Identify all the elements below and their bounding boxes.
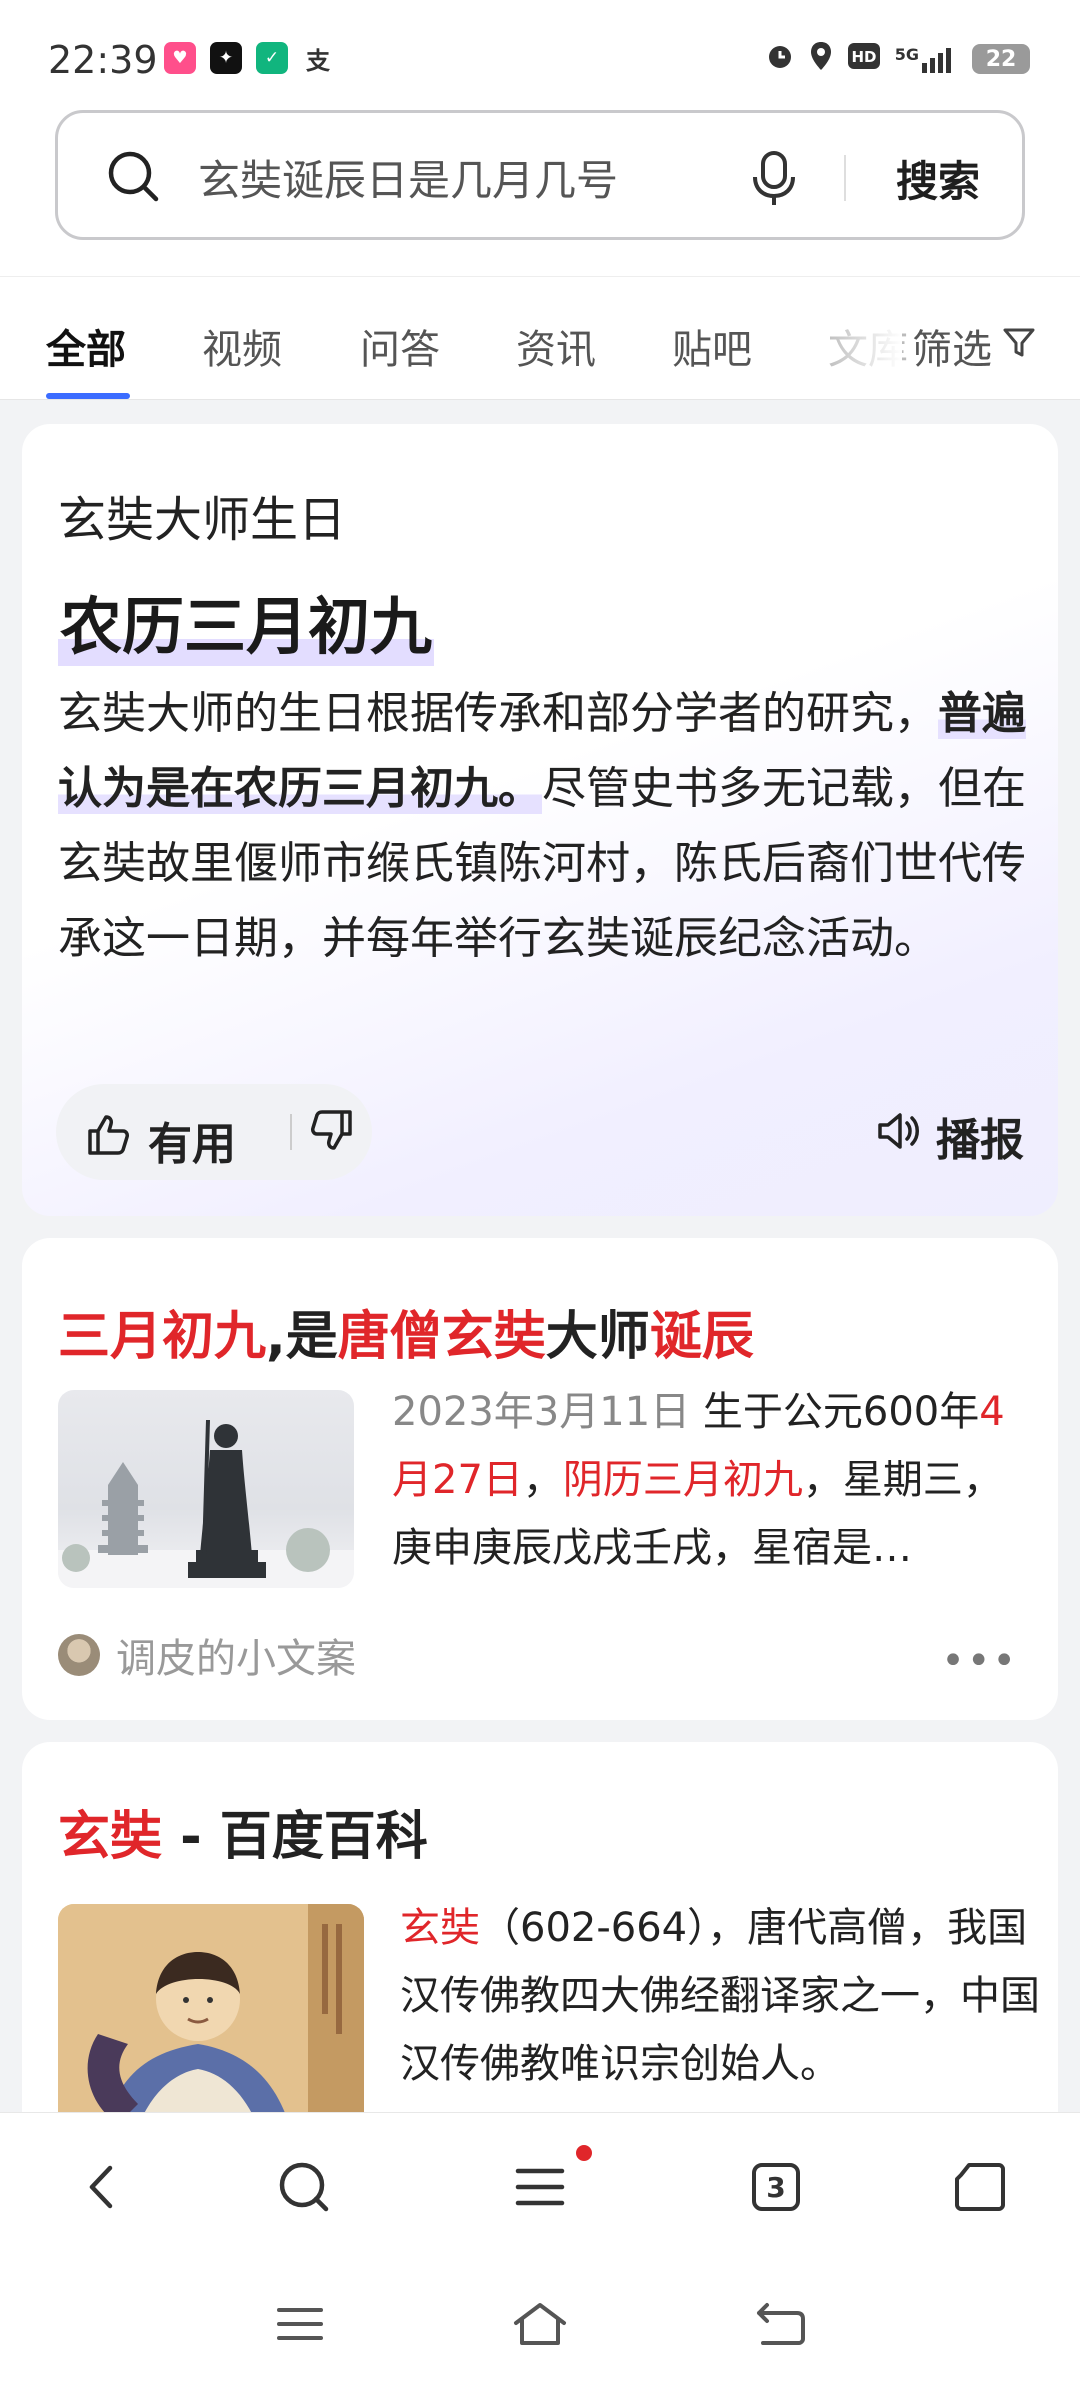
answer-headline: 农历三月初九 [58, 576, 435, 666]
active-tab-indicator [46, 393, 130, 399]
tab-fade [822, 277, 902, 397]
result-thumbnail[interactable] [58, 1390, 354, 1588]
ai-answer-card: 玄奘大师生日 农历三月初九 玄奘大师的生日根据传承和部分学者的研究，普遍认为是在… [22, 424, 1058, 1216]
chevron-left-icon [89, 2165, 113, 2209]
search-button[interactable]: 搜索 [868, 143, 1008, 213]
title-segment: 大师 [545, 1307, 650, 1367]
snippet-highlight: 阴历三月初九 [562, 1457, 803, 1503]
snippet-text: 生于公元600年 [702, 1389, 980, 1435]
recent-apps-icon [277, 2308, 323, 2340]
tabs-button[interactable]: 3 [744, 2155, 808, 2219]
thumbs-up-icon [84, 1111, 132, 1170]
result-snippet: 玄奘（602-664），唐代高僧，我国汉传佛教四大佛经翻译家之一，中国汉传佛教唯… [400, 1894, 1040, 2098]
title-segment: - 百度百科 [162, 1807, 428, 1867]
result-snippet: 2023年3月11日 生于公元600年4月27日，阴历三月初九，星期三，庚申庚辰… [392, 1378, 1028, 1582]
status-right: HD 5G 22 [765, 40, 1030, 78]
signal-icon: 5G [895, 45, 958, 73]
location-icon [809, 40, 833, 78]
status-time: 22:39 [48, 38, 158, 82]
snippet-highlight: 玄奘 [400, 1905, 480, 1951]
microphone-icon[interactable] [746, 149, 802, 213]
back-button[interactable] [70, 2155, 134, 2219]
baike-result-card[interactable]: 玄奘 - 百度百科 玄奘（602-664），唐代高僧，我国汉传佛教四大佛经翻译家… [22, 1742, 1058, 2142]
tab-video[interactable]: 视频 [202, 317, 282, 375]
broadcast-button[interactable]: 播报 [874, 1104, 1024, 1168]
result-date: 2023年3月11日 [392, 1389, 691, 1435]
tab-news[interactable]: 资讯 [516, 317, 596, 375]
snippet-text: ， [522, 1457, 563, 1503]
title-segment: 诞辰 [649, 1307, 754, 1367]
search-box[interactable]: 搜索 [55, 110, 1025, 240]
notification-dot [576, 2145, 592, 2161]
filter-icon [1002, 323, 1036, 369]
system-back-button[interactable] [748, 2296, 812, 2352]
alarm-icon [765, 41, 795, 77]
divider [844, 155, 846, 201]
source-name: 调皮的小文案 [116, 1636, 356, 1682]
tabs-count: 3 [766, 2170, 786, 2204]
speaker-icon [874, 1107, 922, 1166]
useful-button[interactable]: 有用 [84, 1108, 236, 1172]
hd-icon: HD [847, 42, 881, 76]
recent-apps-button[interactable] [268, 2296, 332, 2352]
search-input[interactable] [198, 147, 758, 207]
search-header: 搜索 [0, 100, 1080, 276]
app-notification-icon: ✓ [256, 42, 288, 74]
result-tabs: 全部 视频 问答 资讯 贴吧 文库 筛选 [0, 276, 1080, 400]
notification-icons: ♥ ✦ ✓ 支 [164, 42, 334, 75]
title-segment: 玄奘 [58, 1807, 163, 1867]
search-icon [279, 2162, 329, 2212]
search-icon [106, 149, 162, 209]
thumbs-down-icon[interactable] [308, 1106, 356, 1158]
system-nav-bar [0, 2262, 1080, 2388]
answer-body: 玄奘大师的生日根据传承和部分学者的研究，普遍认为是在农历三月初九。尽管史书多无记… [58, 676, 1038, 976]
search-result-card[interactable]: 三月初九,是唐僧玄奘大师诞辰 2023年3月11日 生于公元600年4月27日，… [22, 1238, 1058, 1720]
browser-bottom-nav: 3 [0, 2112, 1080, 2262]
title-segment: ,是 [266, 1307, 338, 1367]
result-source[interactable]: 调皮的小文案 [58, 1626, 356, 1684]
home-button[interactable] [948, 2155, 1012, 2219]
search-nav-button[interactable] [272, 2155, 336, 2219]
title-segment: 三月初九 [58, 1307, 267, 1367]
title-segment: 唐僧玄奘 [337, 1307, 546, 1367]
tab-tieba[interactable]: 贴吧 [672, 317, 752, 375]
app-notification-icon: 支 [306, 46, 330, 75]
tab-qa[interactable]: 问答 [360, 317, 440, 375]
filter-label: 筛选 [912, 327, 992, 373]
broadcast-label: 播报 [936, 1115, 1024, 1166]
answer-question: 玄奘大师生日 [58, 492, 347, 548]
result-thumbnail[interactable] [58, 1904, 364, 2142]
home-icon [955, 2163, 1005, 2211]
feedback-pill: 有用 [56, 1084, 372, 1180]
app-notification-icon: ✦ [210, 42, 242, 74]
network-type: 5G [894, 45, 919, 64]
more-options-icon[interactable]: ••• [941, 1638, 1018, 1684]
avatar [58, 1634, 100, 1676]
menu-icon [515, 2168, 565, 2206]
useful-label: 有用 [148, 1119, 236, 1170]
result-title[interactable]: 玄奘 - 百度百科 [58, 1794, 428, 1869]
back-arrow-icon [757, 2303, 805, 2345]
app-notification-icon: ♥ [164, 42, 196, 74]
home-icon [514, 2303, 566, 2345]
battery-indicator: 22 [972, 44, 1030, 74]
snippet-text: （602-664），唐代高僧，我国汉传佛教四大佛经翻译家之一，中国汉传佛教唯识宗… [400, 1905, 1040, 2087]
system-home-button[interactable] [508, 2296, 572, 2352]
divider [290, 1114, 292, 1150]
status-bar: 22:39 ♥ ✦ ✓ 支 HD 5G 22 [0, 0, 1080, 100]
filter-button[interactable]: 筛选 [912, 317, 1036, 375]
answer-body-text: 玄奘大师的生日根据传承和部分学者的研究， [58, 688, 938, 739]
svg-text:HD: HD [851, 48, 876, 66]
menu-button[interactable] [508, 2155, 572, 2219]
result-title[interactable]: 三月初九,是唐僧玄奘大师诞辰 [58, 1294, 754, 1369]
tab-all[interactable]: 全部 [46, 317, 126, 375]
